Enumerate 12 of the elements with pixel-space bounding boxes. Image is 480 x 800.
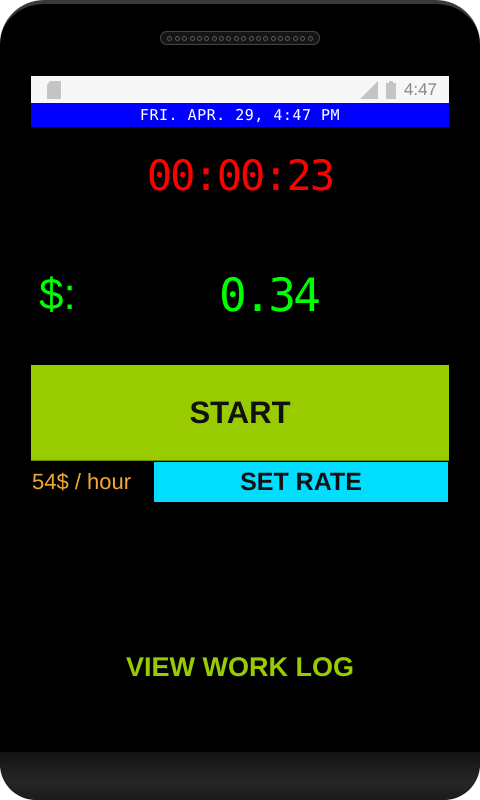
- dollar-label: $:: [39, 270, 77, 320]
- status-time: 4:47: [404, 80, 437, 100]
- set-rate-button[interactable]: SET RATE: [154, 462, 448, 502]
- earnings-value: 0.34: [219, 268, 318, 322]
- start-button[interactable]: START: [31, 365, 449, 461]
- signal-icon: [360, 80, 378, 98]
- speaker-grille-icon: [160, 31, 320, 45]
- hourly-rate: 54$ / hour: [31, 469, 132, 495]
- battery-icon: [386, 80, 396, 98]
- view-work-log-link[interactable]: VIEW WORK LOG: [126, 652, 354, 683]
- elapsed-timer: 00:00:23: [146, 150, 334, 200]
- date-text: FRI. APR. 29, 4:47 PM: [140, 106, 340, 124]
